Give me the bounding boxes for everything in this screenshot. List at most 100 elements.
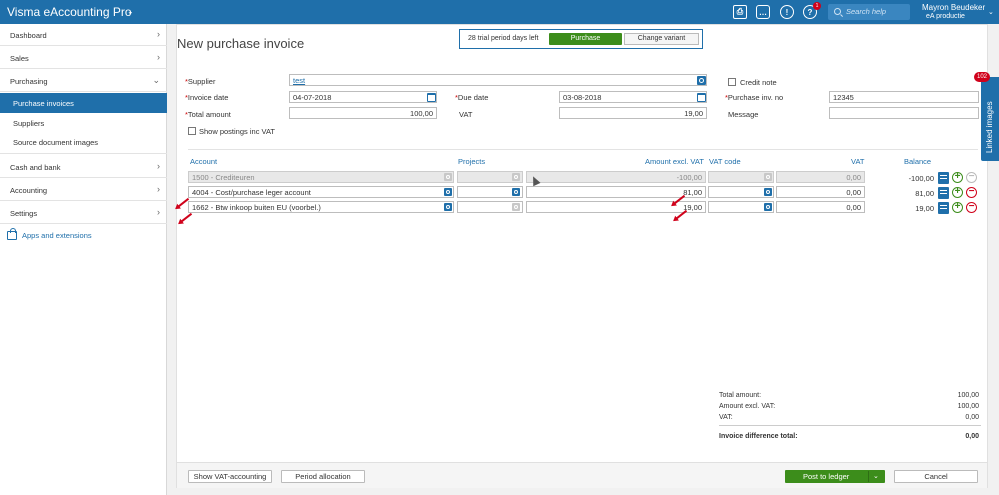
remove-row-icon[interactable]: −	[966, 202, 977, 213]
search-icon	[834, 8, 841, 15]
invoice-difference-label: Invoice difference total:	[719, 433, 798, 440]
app-switcher-chevron-icon[interactable]: ⌄	[127, 7, 134, 16]
sidebar: Dashboard › Sales › Purchasing ⌄ Purchas…	[0, 24, 167, 495]
sidebar-item-accounting[interactable]: Accounting ›	[0, 179, 167, 201]
project-lookup-icon[interactable]	[512, 203, 520, 211]
vat-cell[interactable]: 0,00	[776, 201, 865, 213]
trial-banner: 28 trial period days left Purchase Chang…	[459, 29, 703, 49]
linked-images-tab[interactable]: Linked images	[981, 77, 999, 161]
totals-divider	[719, 425, 981, 426]
vat-code-lookup-icon[interactable]	[764, 188, 772, 196]
top-bar: Visma eAccounting Pro ⌄ ⎙ … ! ? 1 Search…	[0, 0, 999, 24]
credit-note-checkbox[interactable]	[728, 78, 736, 86]
page-title: New purchase invoice	[177, 36, 305, 51]
due-date-label: *Due date	[455, 93, 489, 102]
sidebar-item-source-document-images[interactable]: Source document images	[0, 132, 167, 154]
sidebar-item-cash-and-bank[interactable]: Cash and bank ›	[0, 156, 167, 178]
shopping-bag-icon	[7, 228, 17, 240]
sidebar-item-purchase-invoices[interactable]: Purchase invoices	[0, 93, 167, 113]
chevron-down-icon: ⌄	[152, 75, 160, 85]
project-lookup-icon[interactable]	[512, 188, 520, 196]
remove-row-icon[interactable]: −	[966, 187, 977, 198]
account-lookup-icon	[444, 173, 452, 181]
sidebar-item-label: Sales	[10, 54, 29, 63]
sidebar-item-label: Source document images	[13, 138, 99, 147]
print-icon[interactable]: ⎙	[733, 5, 747, 19]
column-header-vat-code: VAT code	[709, 157, 741, 166]
period-allocation-button[interactable]: Period allocation	[281, 470, 365, 483]
button-separator	[868, 471, 869, 482]
amount-excl-vat-summary-value: 100,00	[957, 403, 979, 410]
vat-summary-value: 0,00	[965, 414, 979, 421]
chevron-right-icon: ›	[157, 184, 160, 194]
account-cell[interactable]: 4004 - Cost/purchase leger account	[188, 186, 454, 198]
account-lookup-icon[interactable]	[444, 203, 452, 211]
sidebar-item-sales[interactable]: Sales ›	[0, 47, 167, 69]
vat-code-lookup-icon[interactable]	[764, 203, 772, 211]
calculator-icon[interactable]	[938, 172, 949, 184]
show-postings-checkbox[interactable]	[188, 127, 196, 135]
invoice-date-label: *Invoice date	[185, 93, 229, 102]
purchase-button[interactable]: Purchase	[549, 33, 622, 45]
add-row-icon[interactable]: +	[952, 172, 963, 183]
supplier-field[interactable]: test	[289, 74, 707, 86]
user-name[interactable]: Mayron Beudeker	[922, 3, 985, 12]
message-field[interactable]	[829, 107, 979, 119]
balance-value: -100,00	[908, 174, 934, 183]
linked-images-label: Linked images	[985, 101, 994, 153]
sidebar-item-dashboard[interactable]: Dashboard ›	[0, 24, 167, 46]
sidebar-item-purchasing[interactable]: Purchasing ⌄	[0, 70, 167, 92]
amount-cell[interactable]: 19,00	[526, 201, 706, 213]
change-variant-button[interactable]: Change variant	[624, 33, 699, 45]
app-title[interactable]: Visma eAccounting Pro	[7, 5, 132, 19]
search-placeholder: Search help	[846, 7, 887, 16]
amount-excl-vat-summary-label: Amount excl. VAT:	[719, 403, 776, 410]
chevron-right-icon: ›	[157, 29, 160, 39]
total-amount-summary-label: Total amount:	[719, 392, 762, 399]
apps-and-extensions-label: Apps and extensions	[22, 231, 92, 240]
show-vat-accounting-button[interactable]: Show VAT-accounting	[188, 470, 272, 483]
amount-cell[interactable]: 81,00	[526, 186, 706, 198]
calendar-icon[interactable]	[697, 93, 706, 102]
alert-icon[interactable]: !	[780, 5, 794, 19]
purchase-inv-no-field[interactable]: 12345	[829, 91, 979, 103]
supplier-link[interactable]: test	[293, 76, 305, 85]
calculator-icon[interactable]	[938, 187, 949, 199]
amount-cell: -100,00	[526, 171, 706, 183]
vat-cell[interactable]: 0,00	[776, 186, 865, 198]
post-to-ledger-button[interactable]: Post to ledger ⌄	[785, 470, 885, 483]
chevron-down-icon[interactable]: ⌄	[873, 472, 879, 480]
supplier-lookup-icon[interactable]	[697, 76, 706, 85]
add-row-icon[interactable]: +	[952, 202, 963, 213]
remove-row-icon: −	[966, 172, 977, 183]
total-amount-field[interactable]: 100,00	[289, 107, 437, 119]
user-menu-chevron-icon[interactable]: ⌄	[988, 8, 994, 16]
vat-code-lookup-icon	[764, 173, 772, 181]
due-date-field[interactable]: 03-08-2018	[559, 91, 707, 103]
sidebar-item-settings[interactable]: Settings ›	[0, 202, 167, 224]
account-cell[interactable]: 1662 - Btw inkoop buiten EU (voorbel.)	[188, 201, 454, 213]
balance-value: 81,00	[915, 189, 934, 198]
calculator-icon[interactable]	[938, 202, 949, 214]
main-panel: New purchase invoice 28 trial period day…	[176, 24, 988, 488]
search-input[interactable]: Search help	[828, 4, 910, 20]
vat-field[interactable]: 19,00	[559, 107, 707, 119]
cancel-button[interactable]: Cancel	[894, 470, 978, 483]
sidebar-item-label: Suppliers	[13, 119, 45, 128]
account-lookup-icon[interactable]	[444, 188, 452, 196]
user-company[interactable]: eA productie	[926, 13, 965, 20]
add-row-icon[interactable]: +	[952, 187, 963, 198]
linked-images-count-badge: 102	[974, 72, 990, 82]
sidebar-item-label: Cash and bank	[10, 163, 61, 172]
credit-note-label: Credit note	[740, 78, 777, 87]
calendar-icon[interactable]	[427, 93, 436, 102]
sidebar-item-suppliers[interactable]: Suppliers	[0, 113, 167, 133]
sidebar-item-label: Purchasing	[10, 77, 48, 86]
trial-text: 28 trial period days left	[468, 35, 539, 42]
invoice-date-field[interactable]: 04-07-2018	[289, 91, 437, 103]
purchase-inv-no-label: *Purchase inv. no	[725, 93, 784, 102]
chevron-right-icon: ›	[157, 161, 160, 171]
sidebar-item-label: Settings	[10, 209, 38, 218]
chat-icon[interactable]: …	[756, 5, 770, 19]
column-header-projects: Projects	[458, 157, 486, 166]
